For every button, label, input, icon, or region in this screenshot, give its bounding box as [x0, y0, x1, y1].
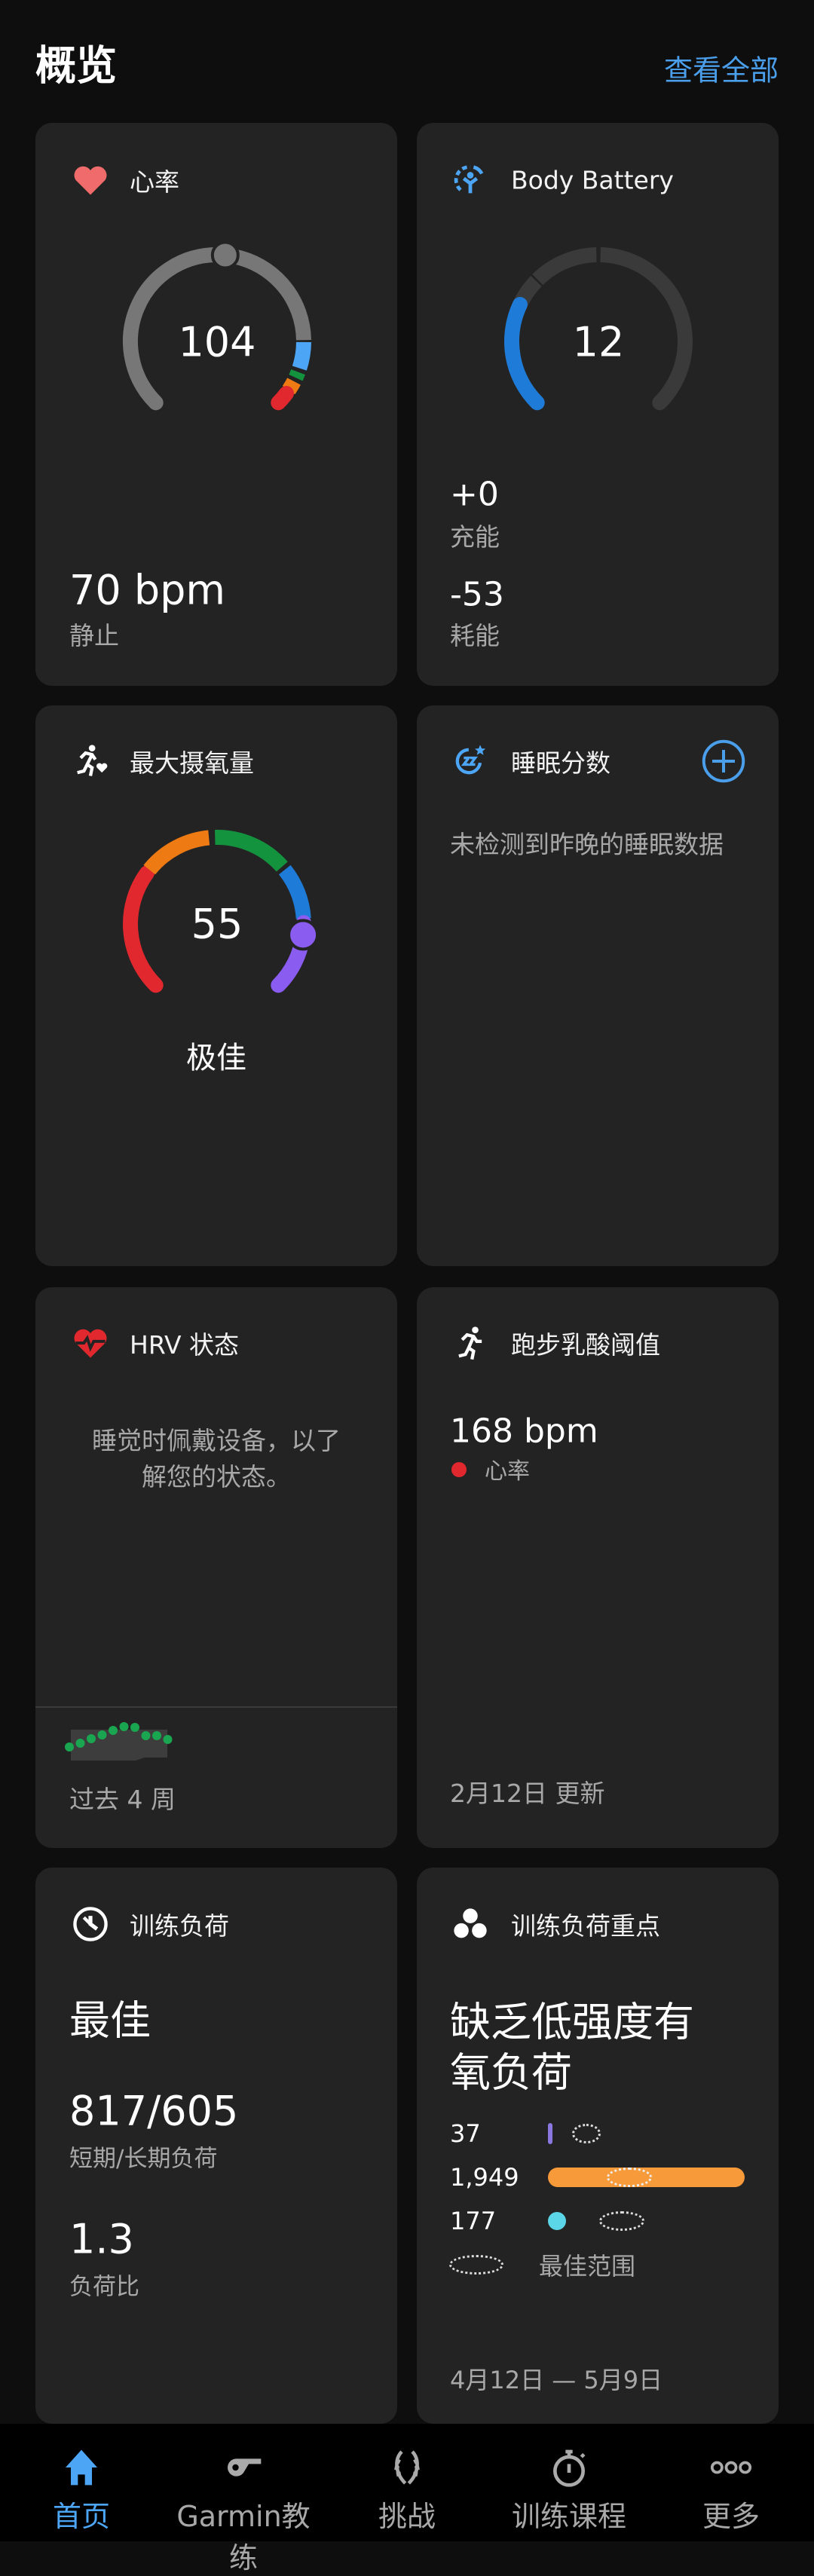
- training-load-values: 817/605: [69, 2087, 239, 2135]
- body-battery-icon: [454, 165, 484, 194]
- hrv-point: [65, 1742, 74, 1751]
- more-icon: [710, 2461, 752, 2474]
- optimal-range-marker: [572, 2124, 601, 2143]
- hrv-point: [152, 1731, 161, 1740]
- resting-hr-value: 70 bpm: [69, 566, 226, 614]
- lactate-threshold-card[interactable]: [417, 1287, 779, 1848]
- add-sleep-button[interactable]: [701, 739, 746, 784]
- optimal-range-legend-marker: [449, 2255, 503, 2275]
- low-aerobic-value: 177: [450, 2207, 497, 2235]
- lactate-legend: 心率: [485, 1458, 530, 1485]
- hrv-point: [119, 1722, 129, 1731]
- hrv-heart-icon: [74, 1329, 107, 1358]
- hrv-point: [141, 1731, 151, 1740]
- bottom-nav: 首页 Garmin教练 挑战 训练课程 更多: [0, 2424, 814, 2574]
- hrv-point: [163, 1735, 173, 1744]
- load-focus-icon: [454, 1908, 487, 1938]
- hrv-message: 睡觉时佩戴设备，以了解您的状态。: [92, 1426, 341, 1491]
- runner-heart-icon: [77, 745, 108, 776]
- lactate-updated: 2月12日 更新: [450, 1779, 605, 1808]
- lactate-title: 跑步乳酸阈值: [511, 1330, 660, 1360]
- charged-label: 充能: [450, 522, 500, 552]
- hrv-title: HRV 状态: [130, 1330, 240, 1360]
- optimal-range-marker: [599, 2211, 644, 2231]
- nav-more[interactable]: 更多: [656, 2424, 806, 2541]
- hrv-point: [109, 1726, 118, 1735]
- training-load-values-label: 短期/长期负荷: [69, 2145, 218, 2173]
- nav-label: 训练课程: [511, 2500, 626, 2533]
- heart-rate-title: 心率: [130, 167, 179, 197]
- vo2-zone-fair: [143, 830, 210, 875]
- load-focus-date-range: 4月12日 — 5月9日: [450, 2366, 663, 2394]
- hrv-sparkline: [65, 1722, 173, 1761]
- training-load-title: 训练负荷: [130, 1911, 229, 1941]
- anaerobic-low-value: 37: [450, 2119, 481, 2148]
- hrv-point: [97, 1730, 107, 1739]
- vo2max-title: 最大摄氧量: [130, 748, 254, 778]
- hr-current-marker: [210, 240, 240, 270]
- nav-garmin-coach[interactable]: Garmin教练: [168, 2424, 319, 2574]
- nav-label: 更多: [702, 2500, 760, 2533]
- stopwatch-icon: [553, 2449, 586, 2487]
- nav-label: 首页: [52, 2500, 110, 2533]
- hrv-point: [87, 1734, 96, 1743]
- heart-rate-current: 104: [178, 318, 256, 366]
- whistle-icon: [228, 2458, 262, 2477]
- resting-hr-label: 静止: [69, 621, 119, 650]
- vo2-zone-good: [215, 830, 288, 872]
- anaerobic-bar: [548, 2123, 552, 2144]
- load-focus-title: 训练负荷重点: [511, 1911, 660, 1941]
- sleep-score-card[interactable]: [417, 705, 779, 1266]
- body-battery-title: Body Battery: [511, 165, 674, 195]
- vo2max-value: 55: [191, 900, 243, 948]
- heart-icon: [74, 166, 107, 195]
- nav-label: Garmin教练: [176, 2500, 311, 2574]
- hrv-point: [75, 1739, 85, 1748]
- drained-value: -53: [450, 575, 504, 614]
- divider: [35, 1706, 397, 1708]
- laurel-icon: [394, 2450, 420, 2485]
- runner-icon: [458, 1326, 482, 1360]
- hrv-period: 过去 4 周: [69, 1785, 176, 1814]
- vo2max-rating: 极佳: [186, 1041, 246, 1075]
- sleep-score-title: 睡眠分数: [511, 748, 610, 778]
- nav-challenges[interactable]: 挑战: [332, 2424, 482, 2541]
- training-load-status: 最佳: [69, 1996, 151, 2045]
- lactate-value: 168 bpm: [450, 1412, 598, 1451]
- nav-home[interactable]: 首页: [6, 2424, 157, 2541]
- view-all-link[interactable]: 查看全部: [664, 47, 779, 89]
- load-ratio-label: 负荷比: [69, 2273, 139, 2301]
- page-title: 概览: [35, 41, 117, 90]
- home-icon: [66, 2449, 97, 2486]
- hrv-point: [130, 1723, 139, 1732]
- training-load-icon: [73, 1907, 108, 1941]
- body-battery-track-1: [532, 247, 597, 286]
- heart-rate-legend-dot: [451, 1462, 467, 1477]
- low-aerobic-dot: [548, 2212, 566, 2230]
- body-battery-value: 12: [572, 318, 625, 366]
- load-focus-headline-2: 氧负荷: [450, 2048, 572, 2097]
- sleep-icon: [455, 745, 486, 775]
- nav-label: 挑战: [378, 2500, 436, 2533]
- nav-workouts[interactable]: 训练课程: [494, 2424, 644, 2541]
- charged-value: +0: [450, 475, 499, 514]
- hr-zone-4: [271, 386, 294, 411]
- drained-label: 耗能: [450, 621, 500, 650]
- high-aerobic-value: 1,949: [450, 2163, 519, 2192]
- optimal-range-legend: 最佳范围: [539, 2252, 636, 2281]
- optimal-range-marker: [607, 2168, 652, 2187]
- hr-zone-2: [289, 369, 305, 381]
- body-battery-track-2: [600, 247, 665, 286]
- load-ratio-value: 1.3: [69, 2215, 134, 2263]
- sleep-message: 未检测到昨晚的睡眠数据: [450, 830, 724, 859]
